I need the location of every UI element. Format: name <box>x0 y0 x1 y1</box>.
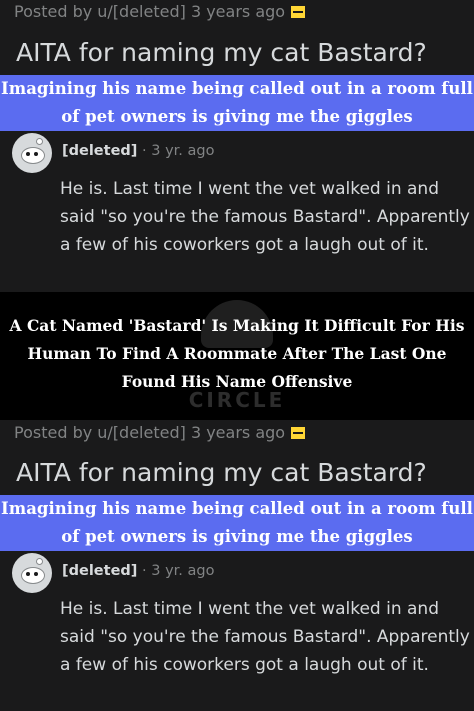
caption-banner: Imagining his name being called out in a… <box>0 75 474 131</box>
reddit-post-top: Posted by u/[deleted] 3 years ago AITA f… <box>0 0 474 292</box>
comment-meta: [deleted] · 3 yr. ago <box>62 563 214 579</box>
award-icon <box>291 6 306 18</box>
post-title[interactable]: AITA for naming my cat Bastard? <box>16 458 427 487</box>
caption-banner: Imagining his name being called out in a… <box>0 495 474 551</box>
comment-meta: [deleted] · 3 yr. ago <box>62 143 214 159</box>
reddit-post-bottom: Posted by u/[deleted] 3 years ago AITA f… <box>0 420 474 711</box>
avatar[interactable] <box>12 553 52 593</box>
comment-age: · 3 yr. ago <box>142 563 215 579</box>
comment-age: · 3 yr. ago <box>142 143 215 159</box>
post-title[interactable]: AITA for naming my cat Bastard? <box>16 38 427 67</box>
posted-by-text: Posted by u/[deleted] 3 years ago <box>14 423 286 442</box>
headline-overlay: CIRCLE A Cat Named 'Bastard' Is Making I… <box>0 292 474 420</box>
avatar[interactable] <box>12 133 52 173</box>
award-icon <box>291 427 306 439</box>
comment-username[interactable]: [deleted] <box>62 143 137 159</box>
comment-text: He is. Last time I went the vet walked i… <box>60 179 470 255</box>
headline-text: A Cat Named 'Bastard' Is Making It Diffi… <box>9 316 465 391</box>
post-meta: Posted by u/[deleted] 3 years ago <box>14 423 306 442</box>
post-meta: Posted by u/[deleted] 3 years ago <box>14 2 306 21</box>
comment-text: He is. Last time I went the vet walked i… <box>60 599 470 675</box>
posted-by-text: Posted by u/[deleted] 3 years ago <box>14 2 286 21</box>
comment-username[interactable]: [deleted] <box>62 563 137 579</box>
